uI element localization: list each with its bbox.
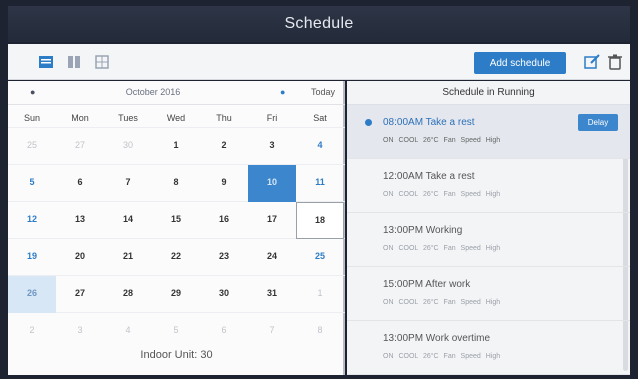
schedule-item[interactable]: 13:00PM Work overtime ON COOL 26°C Fan Sp… — [347, 321, 630, 375]
calendar-grid: 25 27 30 1 2 3 4 5 6 7 8 9 10 11 12 13 14 15 16 17 18 19 20 21 2… — [8, 127, 345, 349]
schedule-detail: ON COOL 26°C Fan Speed High — [383, 137, 501, 144]
calendar-day[interactable]: 10 — [248, 165, 296, 202]
calendar-day[interactable]: 22 — [152, 239, 200, 276]
schedule-detail: ON COOL 26°C Fan Speed High — [383, 191, 501, 198]
calendar-week: 26 27 28 29 30 31 1 — [8, 275, 345, 313]
calendar-day[interactable]: 27 — [56, 276, 104, 313]
list-view-icon[interactable] — [38, 54, 54, 70]
calendar-week: 12 13 14 15 16 17 18 — [8, 201, 345, 239]
calendar-week: 5 6 7 8 9 10 11 — [8, 164, 345, 202]
calendar-week: 2345678 — [8, 312, 345, 349]
calendar-day[interactable]: 24 — [248, 239, 296, 276]
calendar-day[interactable]: 15 — [152, 202, 200, 239]
calendar-day[interactable]: 21 — [104, 239, 152, 276]
calendar-day[interactable]: 2 — [200, 128, 248, 165]
calendar-week: 25 27 30 1 2 3 4 — [8, 127, 345, 164]
calendar-day[interactable]: 20 — [56, 239, 104, 276]
add-schedule-button[interactable]: Add schedule — [474, 52, 566, 74]
calendar-day[interactable]: 18 — [296, 202, 344, 239]
calendar-day[interactable]: 4 — [296, 128, 344, 165]
month-label: October 2016 — [125, 87, 181, 97]
calendar-day[interactable]: 13 — [56, 202, 104, 239]
schedule-detail: ON COOL 26°C Fan Speed High — [383, 245, 501, 252]
calendar-day[interactable]: 30 — [104, 128, 152, 165]
calendar-day[interactable]: 27 — [56, 128, 104, 165]
calendar-day[interactable]: 9 — [200, 165, 248, 202]
calendar-day[interactable]: 28 — [104, 276, 152, 313]
weekday-label: Tues — [118, 113, 138, 123]
calendar-day[interactable]: 16 — [200, 202, 248, 239]
calendar-day[interactable]: 14 — [104, 202, 152, 239]
calendar-day[interactable]: 17 — [248, 202, 296, 239]
calendar-day[interactable]: 12 — [8, 202, 56, 239]
running-panel: Schedule in Running Delay 08:00AM Take a … — [347, 81, 630, 375]
schedule-item[interactable]: 15:00PM After work ON COOL 26°C Fan Speed… — [347, 267, 630, 321]
grid-view-icon[interactable] — [94, 54, 110, 70]
weekday-label: Sun — [23, 113, 40, 123]
weekday-row: Sun Mon Tues Wed Thu Fri Sat — [8, 113, 345, 123]
schedule-time: 13:00PM Work overtime — [383, 333, 491, 344]
calendar-day[interactable]: 26 — [8, 276, 56, 313]
calendar-day[interactable]: 8 — [296, 313, 344, 350]
schedule-item[interactable]: Delay 08:00AM Take a rest ON COOL 26°C Fan… — [347, 105, 630, 159]
calendar-day[interactable]: 8 — [152, 165, 200, 202]
toolbar: Add schedule — [8, 44, 630, 80]
app-window: Schedule Add schedule ● October 2016 ● T… — [0, 0, 638, 379]
running-indicator-icon — [365, 119, 372, 126]
calendar-day[interactable]: 23 — [200, 239, 248, 276]
calendar-day[interactable]: 30 — [200, 276, 248, 313]
calendar-day[interactable]: 4 — [104, 313, 152, 350]
prev-month-icon[interactable]: ● — [30, 87, 35, 97]
calendar-day[interactable]: 5 — [8, 165, 56, 202]
calendar-day[interactable]: 5 — [152, 313, 200, 350]
schedule-detail: ON COOL 26°C Fan Speed High — [383, 299, 501, 306]
calendar-header: ● October 2016 ● Today — [8, 81, 345, 105]
calendar-day[interactable]: 3 — [56, 313, 104, 350]
edit-icon[interactable] — [583, 53, 601, 71]
calendar-panel: ● October 2016 ● Today Sun Mon Tues Wed Thu F… — [8, 81, 345, 375]
calendar-day[interactable]: 7 — [248, 313, 296, 350]
calendar-day[interactable]: 6 — [200, 313, 248, 350]
calendar-day[interactable]: 1 — [152, 128, 200, 165]
schedule-time: 13:00PM Working — [383, 225, 463, 236]
calendar-day[interactable]: 6 — [56, 165, 104, 202]
calendar-day[interactable]: 7 — [104, 165, 152, 202]
schedule-time: 15:00PM After work — [383, 279, 471, 290]
calendar-day[interactable]: 31 — [248, 276, 296, 313]
calendar-day[interactable]: 3 — [248, 128, 296, 165]
calendar-day[interactable]: 11 — [296, 165, 344, 202]
calendar-day[interactable]: 29 — [152, 276, 200, 313]
schedule-item[interactable]: 13:00PM Working ON COOL 26°C Fan Speed Hi… — [347, 213, 630, 267]
weekday-label: Mon — [71, 113, 89, 123]
delete-icon[interactable] — [606, 53, 624, 71]
weekday-label: Fri — [266, 113, 278, 123]
schedule-time: 08:00AM Take a rest — [383, 117, 475, 128]
calendar-day[interactable]: 25 — [296, 239, 344, 276]
window-title: Schedule — [8, 6, 630, 42]
calendar-day[interactable]: 2 — [8, 313, 56, 350]
weekday-label: Sat — [313, 113, 327, 123]
delay-button[interactable]: Delay — [578, 114, 618, 131]
today-button[interactable]: Today — [311, 87, 335, 97]
next-month-icon[interactable]: ● — [280, 87, 285, 97]
book-view-icon[interactable] — [66, 54, 82, 70]
weekday-label: Wed — [166, 113, 186, 123]
indoor-unit-label: Indoor Unit: 30 — [140, 349, 213, 361]
schedule-item[interactable]: 12:00AM Take a rest ON COOL 26°C Fan Spee… — [347, 159, 630, 213]
calendar-day[interactable]: 1 — [296, 276, 344, 313]
calendar-day[interactable]: 19 — [8, 239, 56, 276]
weekday-label: Thu — [216, 113, 232, 123]
schedule-time: 12:00AM Take a rest — [383, 171, 475, 182]
calendar-day[interactable]: 25 — [8, 128, 56, 165]
calendar-week: 19 20 21 22 23 24 25 — [8, 238, 345, 275]
running-title: Schedule in Running — [347, 81, 630, 105]
schedule-detail: ON COOL 26°C Fan Speed High — [383, 353, 501, 360]
